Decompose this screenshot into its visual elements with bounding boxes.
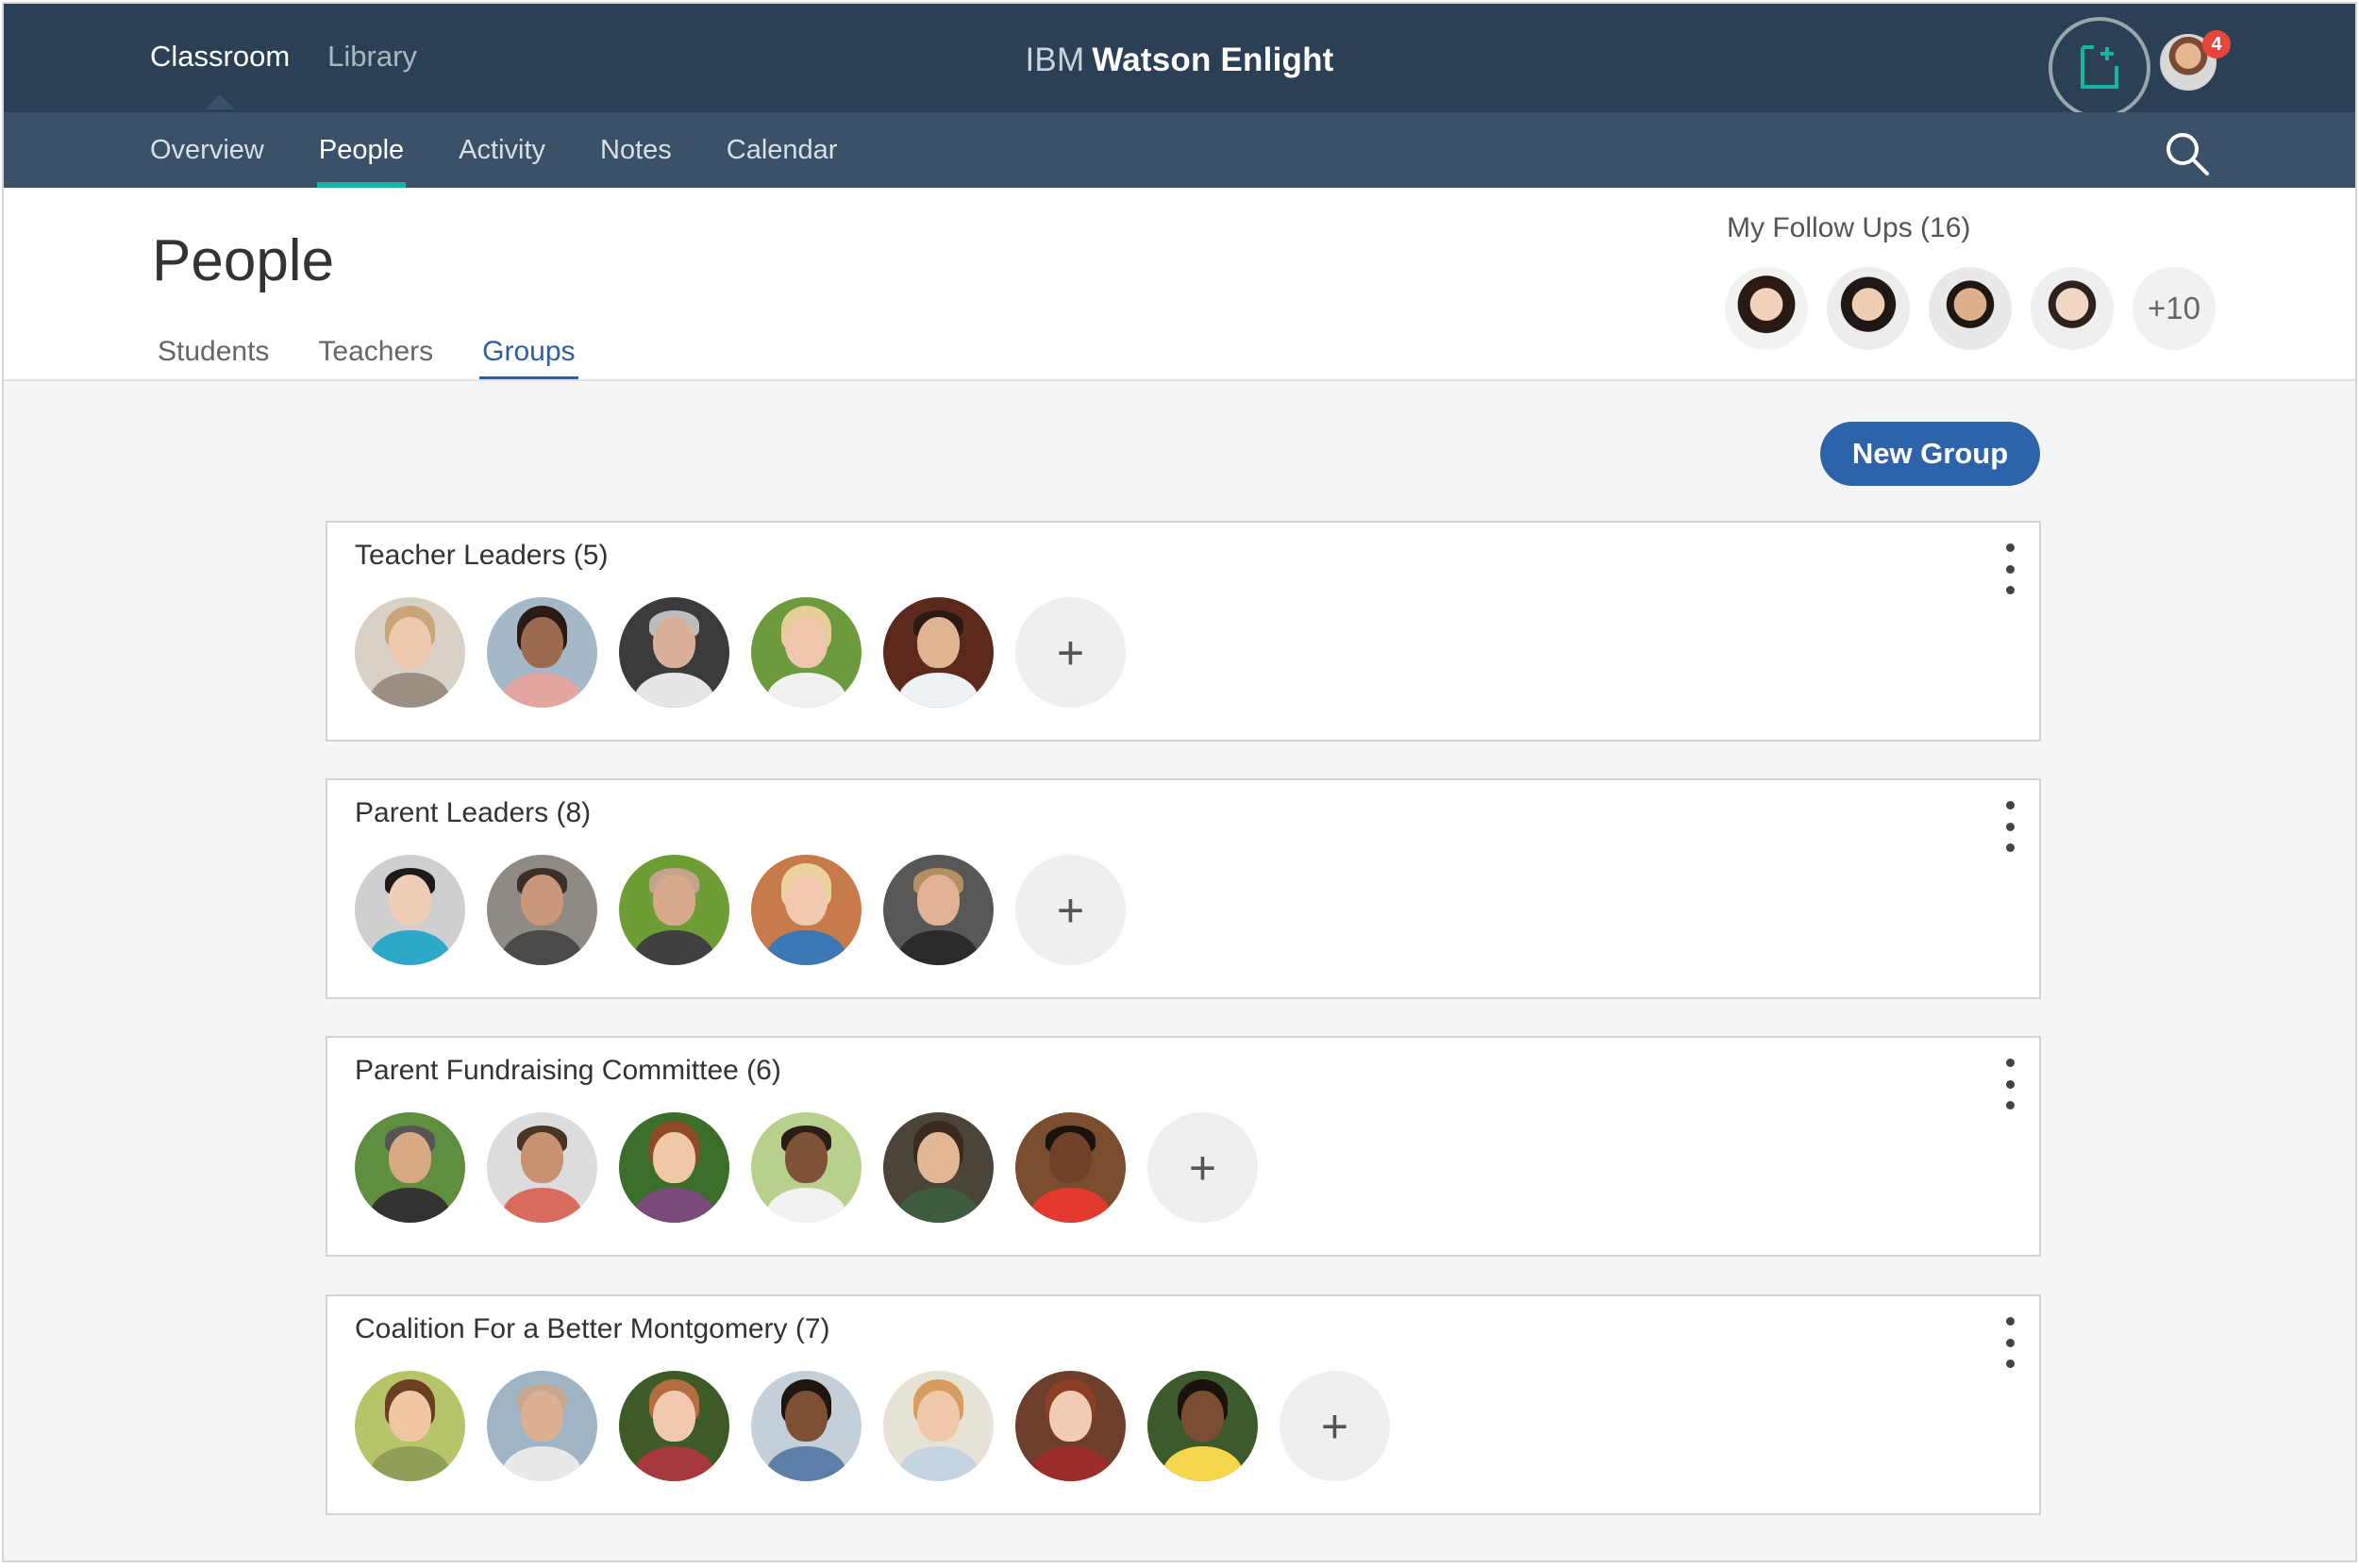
page-title: People — [152, 228, 335, 293]
group-title: Parent Leaders (8) — [355, 797, 592, 828]
kebab-menu-icon[interactable] — [2003, 801, 2016, 852]
group-card: Coalition For a Better Montgomery (7) + — [326, 1294, 2041, 1515]
member-avatar[interactable] — [751, 1112, 862, 1223]
member-avatar[interactable] — [619, 597, 729, 708]
member-avatar[interactable] — [619, 855, 729, 965]
member-avatar[interactable] — [487, 1112, 597, 1223]
member-avatar[interactable] — [355, 1371, 465, 1481]
member-avatar[interactable] — [619, 1371, 729, 1481]
plus-icon: + — [1188, 1141, 1217, 1194]
app-brand: IBM Watson Enlight — [4, 42, 2355, 79]
kebab-menu-icon[interactable] — [2003, 1059, 2016, 1109]
plus-icon: + — [1056, 626, 1085, 679]
notification-badge: 4 — [2202, 30, 2231, 58]
group-card: Teacher Leaders (5) + — [326, 521, 2041, 742]
search-icon — [2167, 133, 2209, 175]
member-avatar[interactable] — [619, 1112, 729, 1223]
plus-icon: + — [1320, 1399, 1349, 1453]
group-title: Coalition For a Better Montgomery (7) — [355, 1313, 830, 1344]
search-button[interactable] — [2165, 131, 2210, 181]
plus-icon: + — [1056, 883, 1085, 937]
group-card: Parent Fundraising Committee (6) + — [326, 1036, 2041, 1257]
member-avatar[interactable] — [883, 855, 994, 965]
followup-avatar[interactable] — [1827, 267, 1910, 350]
member-avatar[interactable] — [1015, 1371, 1126, 1481]
followups-label: My Follow Ups (16) — [1727, 212, 1971, 243]
add-member-button[interactable]: + — [1280, 1371, 1390, 1481]
top-bar: Classroom Library IBM Watson Enlight 4 — [4, 4, 2355, 119]
add-content-icon — [2081, 45, 2118, 89]
tab-teachers[interactable]: Teachers — [318, 336, 433, 375]
member-avatar[interactable] — [355, 855, 465, 965]
secondary-nav: Overview People Activity Notes Calendar — [150, 112, 892, 188]
add-member-button[interactable]: + — [1015, 597, 1126, 708]
member-avatar[interactable] — [487, 855, 597, 965]
member-avatar[interactable] — [1147, 1371, 1258, 1481]
group-members: + — [355, 1371, 1390, 1481]
app-window: Classroom Library IBM Watson Enlight 4 Ov… — [2, 2, 2357, 1562]
member-avatar[interactable] — [487, 597, 597, 708]
group-title: Parent Fundraising Committee (6) — [355, 1055, 781, 1086]
tab-people[interactable]: People — [316, 112, 407, 188]
group-members: + — [355, 597, 1126, 708]
group-members: + — [355, 855, 1126, 965]
tab-groups[interactable]: Groups — [479, 336, 578, 379]
kebab-menu-icon[interactable] — [2003, 543, 2016, 594]
tab-overview[interactable]: Overview — [150, 112, 264, 188]
add-member-button[interactable]: + — [1147, 1112, 1258, 1223]
add-member-button[interactable]: + — [1015, 855, 1126, 965]
people-tabs: Students Teachers Groups — [158, 336, 578, 379]
brand-name: Watson Enlight — [1092, 42, 1334, 78]
member-avatar[interactable] — [355, 1112, 465, 1223]
member-avatar[interactable] — [751, 597, 862, 708]
member-avatar[interactable] — [487, 1371, 597, 1481]
kebab-menu-icon[interactable] — [2003, 1317, 2016, 1368]
member-avatar[interactable] — [355, 597, 465, 708]
followups-list: +10 — [1725, 267, 2216, 350]
group-members: + — [355, 1112, 1258, 1223]
member-avatar[interactable] — [751, 855, 862, 965]
secondary-nav-bar: Overview People Activity Notes Calendar — [4, 112, 2355, 188]
tab-activity[interactable]: Activity — [459, 112, 545, 188]
member-avatar[interactable] — [883, 597, 994, 708]
followup-avatar[interactable] — [1929, 267, 2012, 350]
followups-more[interactable]: +10 — [2133, 267, 2216, 350]
member-avatar[interactable] — [883, 1112, 994, 1223]
member-avatar[interactable] — [751, 1371, 862, 1481]
new-group-button[interactable]: New Group — [1820, 422, 2040, 486]
member-avatar[interactable] — [1015, 1112, 1126, 1223]
group-card: Parent Leaders (8) + — [326, 778, 2041, 999]
page-header: People Students Teachers Groups My Follo… — [4, 188, 2355, 381]
followup-avatar[interactable] — [1725, 267, 1808, 350]
add-content-button[interactable] — [2049, 17, 2150, 119]
member-avatar[interactable] — [883, 1371, 994, 1481]
followup-avatar[interactable] — [2031, 267, 2114, 350]
tab-students[interactable]: Students — [158, 336, 269, 375]
brand-prefix: IBM — [1025, 42, 1085, 78]
tab-calendar[interactable]: Calendar — [727, 112, 838, 188]
tab-notes[interactable]: Notes — [600, 112, 672, 188]
group-title: Teacher Leaders (5) — [355, 540, 609, 571]
